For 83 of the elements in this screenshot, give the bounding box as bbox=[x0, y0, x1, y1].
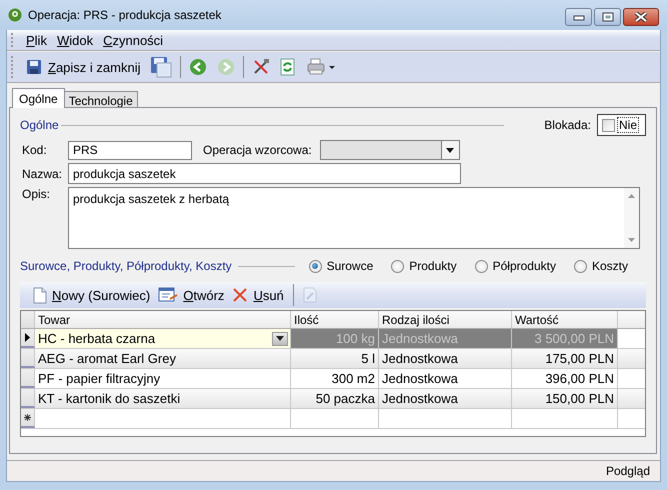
radio-option[interactable]: Koszty bbox=[574, 259, 628, 273]
row-header bbox=[21, 311, 35, 328]
table-cell: KT - kartonik do saszetki bbox=[35, 389, 291, 408]
open-button[interactable]: Otwórz bbox=[155, 285, 228, 305]
close-button[interactable] bbox=[623, 8, 659, 26]
delete-button[interactable]: Usuń bbox=[229, 285, 287, 305]
row-header[interactable] bbox=[21, 409, 35, 428]
printer-icon bbox=[306, 58, 336, 76]
checkbox[interactable] bbox=[602, 118, 615, 132]
form-icon bbox=[158, 287, 178, 303]
window-title: Operacja: PRS - produkcja saszetek bbox=[28, 8, 222, 22]
table-row[interactable]: HC - herbata czarna 100 kg Jednostkowa 3 500,00 PLN bbox=[21, 329, 645, 349]
minimize-button[interactable] bbox=[565, 8, 592, 26]
edit-icon bbox=[302, 287, 317, 303]
field-label: Blokada: bbox=[544, 118, 591, 132]
app-icon bbox=[8, 8, 22, 22]
radio-option[interactable]: Surowce bbox=[308, 259, 374, 273]
table-cell: 50 paczka bbox=[291, 389, 379, 408]
caret-icon bbox=[276, 336, 284, 341]
save-and-close-button[interactable]: Zapisz i zamknij bbox=[24, 57, 142, 77]
radio-button[interactable] bbox=[391, 260, 404, 272]
column-header[interactable]: Ilość bbox=[291, 311, 379, 328]
cell-value: HC - herbata czarna bbox=[38, 331, 156, 346]
table-cell: Jednostkowa bbox=[379, 329, 512, 348]
asterisk-icon bbox=[24, 414, 31, 421]
document-icon bbox=[33, 286, 47, 304]
floppy-disk-icon bbox=[150, 56, 172, 78]
section-title: Ogólne bbox=[20, 118, 59, 132]
radio-option[interactable]: Półprodukty bbox=[474, 259, 556, 273]
scroll-down-icon bbox=[628, 238, 635, 242]
field-label: Kod: bbox=[21, 143, 48, 157]
column-header[interactable]: Towar bbox=[35, 311, 291, 328]
table-cell: 150,00 PLN bbox=[512, 389, 618, 408]
maximize-icon bbox=[602, 12, 614, 22]
table-cell: 5 l bbox=[291, 349, 379, 368]
scrollbar[interactable] bbox=[624, 188, 639, 248]
table-cell: Jednostkowa bbox=[379, 349, 512, 368]
caret-icon bbox=[446, 148, 454, 152]
table-cell: Jednostkowa bbox=[379, 389, 512, 408]
tools-icon bbox=[252, 58, 270, 76]
scroll-up-icon bbox=[628, 194, 635, 198]
refresh-icon bbox=[280, 58, 296, 76]
status-text: Podgląd bbox=[606, 464, 650, 478]
radio-button[interactable] bbox=[308, 260, 322, 272]
column-header[interactable]: Rodzaj ilości bbox=[379, 311, 512, 328]
row-header[interactable] bbox=[21, 329, 35, 348]
menu-item[interactable]: Plik bbox=[24, 32, 55, 48]
section-title: Surowce, Produkty, Półprodukty, Koszty bbox=[20, 259, 232, 273]
table-cell: 100 kg bbox=[291, 329, 379, 348]
text-area[interactable]: produkcja saszetek z herbatą bbox=[68, 187, 640, 249]
dropdown-field[interactable]: HC - herbata czarna bbox=[35, 329, 291, 348]
radio-option[interactable]: Produkty bbox=[391, 259, 457, 273]
input-field[interactable]: produkcja saszetek bbox=[68, 163, 461, 184]
radio-button[interactable] bbox=[474, 260, 488, 272]
table-cell: 175,00 PLN bbox=[512, 349, 618, 368]
dropdown-button[interactable] bbox=[272, 332, 288, 346]
column-header[interactable]: Wartość bbox=[512, 311, 618, 328]
menu-item[interactable]: Widok bbox=[54, 32, 102, 48]
field-label: Nazwa: bbox=[21, 166, 64, 180]
radio-button[interactable] bbox=[574, 260, 587, 272]
field-label: Opis: bbox=[21, 187, 52, 201]
table-cell: 396,00 PLN bbox=[512, 369, 618, 388]
table-row[interactable]: AEG - aromat Earl Grey 5 l Jednostkowa 175,00 PLN bbox=[21, 349, 645, 369]
table-cell: PF - papier filtracyjny bbox=[35, 369, 291, 388]
tab[interactable]: Technologie bbox=[64, 91, 138, 108]
table-cell: AEG - aromat Earl Grey bbox=[35, 349, 291, 368]
maximize-button[interactable] bbox=[594, 8, 621, 26]
minimize-icon bbox=[572, 13, 584, 21]
table-row[interactable]: KT - kartonik do saszetki 50 paczka Jednostkowa 150,00 PLN bbox=[21, 389, 645, 409]
new-button[interactable]: Nowy (Surowiec) bbox=[30, 284, 154, 306]
table-cell: 3 500,00 PLN bbox=[512, 329, 618, 348]
input-field[interactable]: PRS bbox=[68, 140, 192, 160]
table-cell: 300 m2 bbox=[291, 369, 379, 388]
close-icon bbox=[634, 12, 648, 22]
field-label: Operacja wzorcowa: bbox=[203, 143, 312, 157]
table-cell: Jednostkowa bbox=[379, 369, 512, 388]
delete-icon bbox=[232, 287, 248, 303]
tab[interactable]: Ogólne bbox=[12, 88, 65, 108]
current-row-icon bbox=[25, 333, 30, 342]
menu-item[interactable]: Czynności bbox=[101, 32, 172, 48]
save-button[interactable] bbox=[148, 54, 174, 80]
checkbox-value: Nie bbox=[616, 117, 639, 133]
checkbox-field[interactable]: Nie bbox=[596, 114, 646, 136]
